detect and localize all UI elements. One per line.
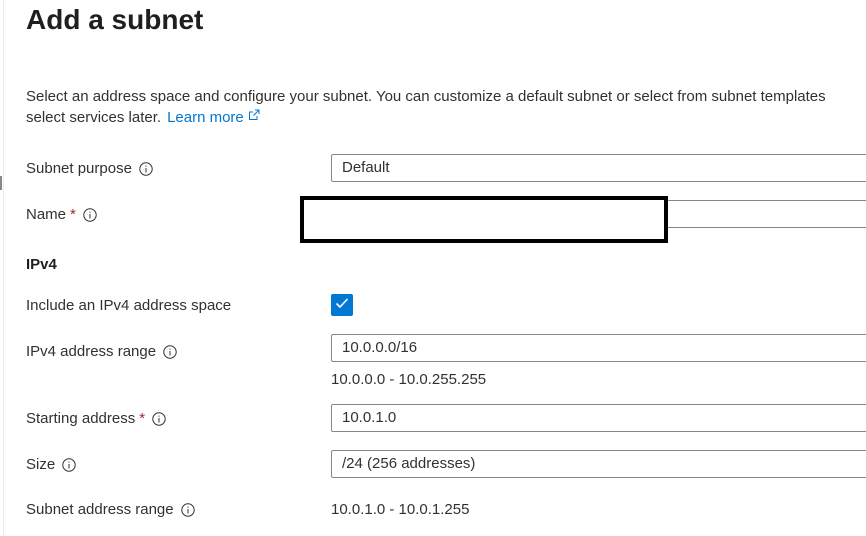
learn-more-link[interactable]: Learn more	[167, 109, 260, 126]
include-ipv4-label-text: Include an IPv4 address space	[26, 297, 232, 314]
name-label: Name *	[26, 206, 97, 223]
info-icon[interactable]	[62, 457, 76, 472]
info-icon[interactable]	[180, 502, 195, 517]
description-line-2: select services later. Learn more	[26, 107, 866, 128]
name-input[interactable]	[668, 200, 866, 228]
external-link-icon	[248, 106, 260, 127]
required-marker: *	[139, 410, 146, 427]
subnet-range-value: 10.0.1.0 - 10.0.1.255	[331, 501, 470, 518]
subnet-purpose-label-text: Subnet purpose	[26, 160, 132, 177]
include-ipv4-label: Include an IPv4 address space	[26, 297, 231, 314]
page-description: Select an address space and configure yo…	[26, 86, 866, 128]
ipv4-range-label-text: IPv4 address range	[26, 343, 157, 360]
description-line-1: Select an address space and configure yo…	[26, 88, 826, 105]
ipv4-range-label: IPv4 address range	[26, 343, 177, 360]
info-icon[interactable]	[163, 344, 177, 359]
learn-more-label: Learn more	[167, 109, 244, 126]
size-label-text: Size	[26, 456, 56, 473]
subnet-purpose-select[interactable]: Default	[331, 154, 866, 182]
ipv4-section-heading: IPv4	[26, 256, 57, 273]
panel-left-border	[3, 0, 4, 536]
page-title: Add a subnet	[26, 4, 204, 35]
subnet-range-label: Subnet address range	[26, 501, 195, 518]
redaction-box	[300, 196, 668, 243]
size-select[interactable]: /24 (256 addresses)	[331, 450, 866, 478]
starting-address-label-text: Starting address	[26, 410, 136, 427]
checkmark-icon	[335, 296, 349, 314]
required-marker: *	[70, 206, 76, 223]
description-line-2-text: select services later.	[26, 109, 162, 126]
ipv4-range-hint: 10.0.0.0 - 10.0.255.255	[331, 371, 487, 388]
info-icon[interactable]	[139, 161, 153, 176]
include-ipv4-checkbox[interactable]	[331, 294, 353, 316]
name-label-text: Name	[26, 206, 67, 223]
info-icon[interactable]	[152, 411, 166, 426]
info-icon[interactable]	[83, 207, 97, 222]
panel-resize-handle[interactable]	[0, 176, 2, 190]
subnet-purpose-label: Subnet purpose	[26, 160, 153, 177]
starting-address-input[interactable]: 10.0.1.0	[331, 404, 866, 432]
size-label: Size	[26, 456, 76, 473]
subnet-range-label-text: Subnet address range	[26, 501, 174, 518]
starting-address-label: Starting address *	[26, 410, 166, 427]
ipv4-range-input[interactable]: 10.0.0.0/16	[331, 334, 866, 362]
